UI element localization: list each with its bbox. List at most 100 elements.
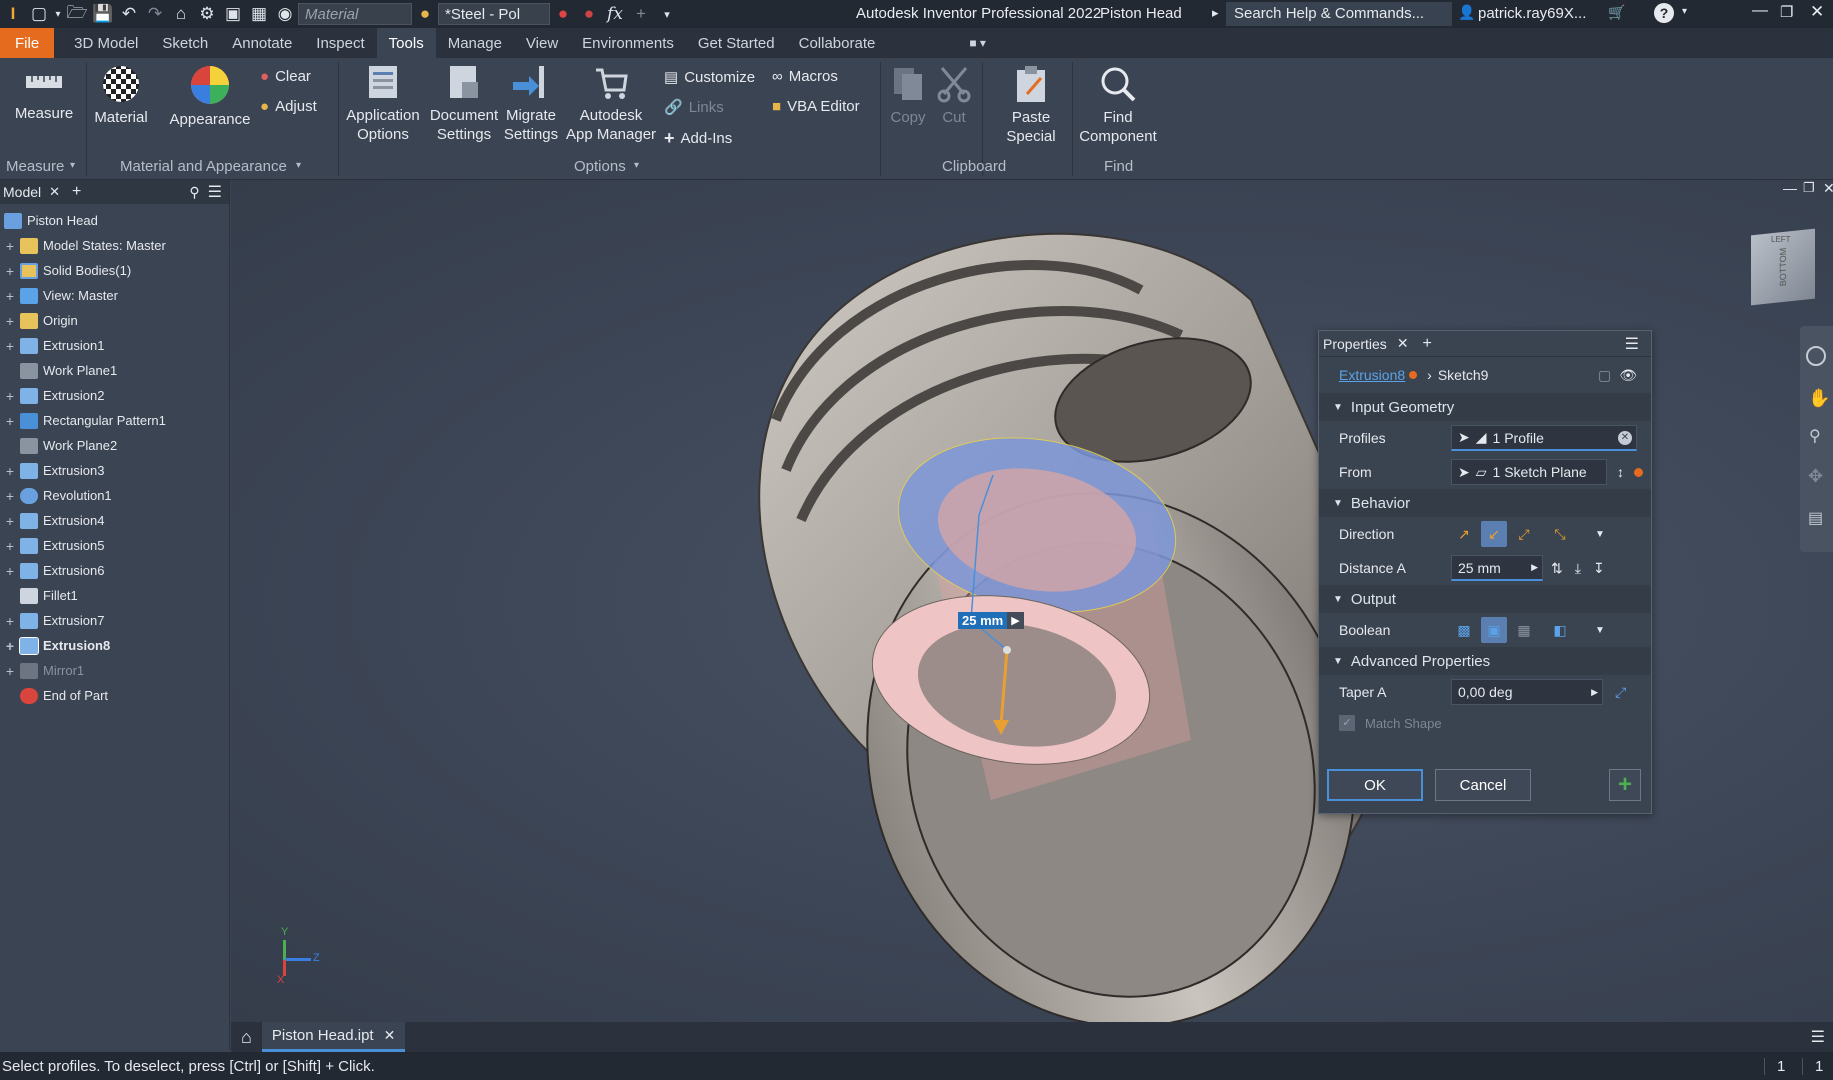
tree-item[interactable]: Piston Head (0, 208, 229, 233)
distance-manipulator[interactable]: 25 mm ▶ (958, 612, 1024, 629)
user-icon[interactable]: 👤 (1458, 4, 1475, 21)
add-tab-icon[interactable]: + (72, 183, 81, 201)
chevron-down-icon[interactable]: ▼ (1595, 625, 1605, 636)
tab-manage[interactable]: Manage (436, 28, 514, 58)
adjust-appearance-icon[interactable]: ● (550, 0, 576, 28)
chevron-down-icon[interactable]: ▾ (70, 160, 75, 171)
appearance-button[interactable]: Appearance (168, 64, 252, 129)
properties-title[interactable]: Properties (1323, 336, 1387, 352)
direction-default-icon[interactable]: ↗ (1451, 521, 1477, 547)
chevron-down-icon[interactable]: ▾ (296, 160, 301, 171)
tab-environments[interactable]: Environments (570, 28, 686, 58)
app-manager-button[interactable]: Autodesk App Manager (562, 64, 660, 144)
expand-icon[interactable]: + (0, 463, 20, 479)
help-icon[interactable]: ? (1654, 3, 1674, 23)
orbit-icon[interactable]: ✥ (1808, 466, 1823, 487)
tab-piston-head[interactable]: Piston Head.ipt ✕ (261, 1022, 406, 1052)
tabs-menu-icon[interactable]: ☰ (1811, 1027, 1825, 1047)
customize-qat-icon[interactable]: ▾ (654, 0, 680, 28)
appearance-ball-icon[interactable]: ● (412, 0, 438, 28)
chevron-right-icon[interactable]: ▶ (1007, 612, 1024, 629)
tree-item[interactable]: + Rectangular Pattern1 (0, 408, 229, 433)
undo-icon[interactable]: ↶ (116, 0, 142, 28)
tree-item[interactable]: + Extrusion5 (0, 533, 229, 558)
customize-button[interactable]: ▤ Customize (664, 68, 755, 87)
home-icon[interactable]: ⌂ (231, 1027, 262, 1048)
tab-collaborate[interactable]: Collaborate (787, 28, 888, 58)
tree-item[interactable]: + View: Master (0, 283, 229, 308)
cut-icon[interactable]: ▣ (1481, 617, 1507, 643)
open-folder-icon[interactable]: 🗁 (64, 0, 90, 28)
cart-icon[interactable]: 🛒 (1608, 4, 1625, 21)
material-combo[interactable]: Material (298, 3, 412, 25)
add-icon[interactable]: + (1423, 335, 1432, 353)
profiles-selector[interactable]: ➤ ◢ 1 Profile ✕ (1451, 425, 1637, 451)
close-icon[interactable]: ✕ (1823, 180, 1833, 197)
chevron-down-icon[interactable]: ▾ (634, 160, 639, 171)
section-output[interactable]: ▼ Output (1319, 585, 1651, 613)
tree-item[interactable]: + Extrusion6 (0, 558, 229, 583)
find-component-button[interactable]: Find Component (1076, 64, 1160, 146)
clear-selection-icon[interactable]: ✕ (1618, 430, 1632, 445)
extent-between-icon[interactable]: ⇅ (1551, 560, 1563, 577)
tab-inspect[interactable]: Inspect (304, 28, 376, 58)
direction-flipped-icon[interactable]: ↙ (1481, 521, 1507, 547)
search-input[interactable]: Search Help & Commands... (1226, 2, 1452, 26)
tab-get-started[interactable]: Get Started (686, 28, 787, 58)
select-icon[interactable]: ▣ (220, 0, 246, 28)
minimize-icon[interactable]: — (1783, 180, 1797, 196)
ribbon-display-toggle-icon[interactable]: ■ ▾ (957, 28, 998, 58)
ok-button[interactable]: OK (1327, 769, 1423, 801)
chevron-down-icon[interactable]: ▾ (52, 0, 64, 28)
search-icon[interactable]: ⚲ (189, 184, 199, 201)
cancel-button[interactable]: Cancel (1435, 769, 1531, 801)
browser-tab-model[interactable]: Model (3, 184, 41, 200)
distance-a-input[interactable]: 25 mm ▶ (1451, 555, 1543, 581)
adjust-appearance-button[interactable]: ● Adjust (260, 98, 317, 115)
measure-tool-icon[interactable]: ⚙ (194, 0, 220, 28)
chevron-right-icon[interactable]: ▶ (1591, 687, 1598, 698)
section-advanced-properties[interactable]: ▼ Advanced Properties (1319, 647, 1651, 675)
tab-view[interactable]: View (514, 28, 570, 58)
breadcrumb-sketch[interactable]: Sketch9 (1438, 367, 1489, 383)
home-icon[interactable]: ⌂ (168, 0, 194, 28)
flip-icon[interactable]: ↕ (1617, 464, 1624, 480)
measure-button[interactable]: Measure (12, 64, 76, 123)
clear-appearance-button[interactable]: ● Clear (260, 68, 311, 85)
copy-button[interactable]: Copy (884, 64, 932, 127)
tab-sketch[interactable]: Sketch (150, 28, 220, 58)
macros-button[interactable]: ∞ Macros (772, 68, 838, 85)
tree-item[interactable]: End of Part (0, 683, 229, 708)
panel-label-options[interactable]: Options (574, 158, 626, 175)
tree-item[interactable]: + Solid Bodies(1) (0, 258, 229, 283)
tree-item[interactable]: Work Plane2 (0, 433, 229, 458)
chevron-right-icon[interactable]: ▸ (1212, 5, 1219, 21)
tree-item[interactable]: + Extrusion4 (0, 508, 229, 533)
expand-icon[interactable]: + (0, 513, 20, 529)
expand-icon[interactable]: + (0, 563, 20, 579)
menu-icon[interactable]: ☰ (208, 182, 222, 202)
material-button[interactable]: Material (92, 64, 150, 127)
user-name[interactable]: patrick.ray69X... (1478, 5, 1586, 22)
preset-icon[interactable]: ▢ (1598, 367, 1611, 384)
plus-icon[interactable]: + (628, 0, 654, 28)
eye-icon[interactable]: 👁 (1619, 367, 1637, 384)
taper-a-input[interactable]: 0,00 deg ▶ (1451, 679, 1603, 705)
tree-item[interactable]: Fillet1 (0, 583, 229, 608)
zoom-icon[interactable]: ⚲ (1809, 426, 1821, 446)
redo-icon[interactable]: ↷ (142, 0, 168, 28)
expand-icon[interactable]: + (0, 288, 20, 304)
expand-icon[interactable]: + (0, 638, 20, 654)
chevron-down-icon[interactable]: ▾ (1682, 6, 1687, 17)
direction-asymmetric-icon[interactable]: ⤡ (1547, 521, 1573, 547)
tab-annotate[interactable]: Annotate (220, 28, 304, 58)
material-ball-icon[interactable]: ◉ (272, 0, 298, 28)
panel-label-measure[interactable]: Measure (6, 158, 64, 175)
tree-item[interactable]: Work Plane1 (0, 358, 229, 383)
migrate-settings-button[interactable]: Migrate Settings (502, 64, 560, 144)
match-shape-checkbox[interactable]: ✓ (1339, 715, 1355, 731)
tree-item[interactable]: + Revolution1 (0, 483, 229, 508)
close-icon[interactable]: ✕ (384, 1027, 396, 1044)
application-options-button[interactable]: Application Options (342, 64, 424, 144)
tree-item[interactable]: + Extrusion7 (0, 608, 229, 633)
